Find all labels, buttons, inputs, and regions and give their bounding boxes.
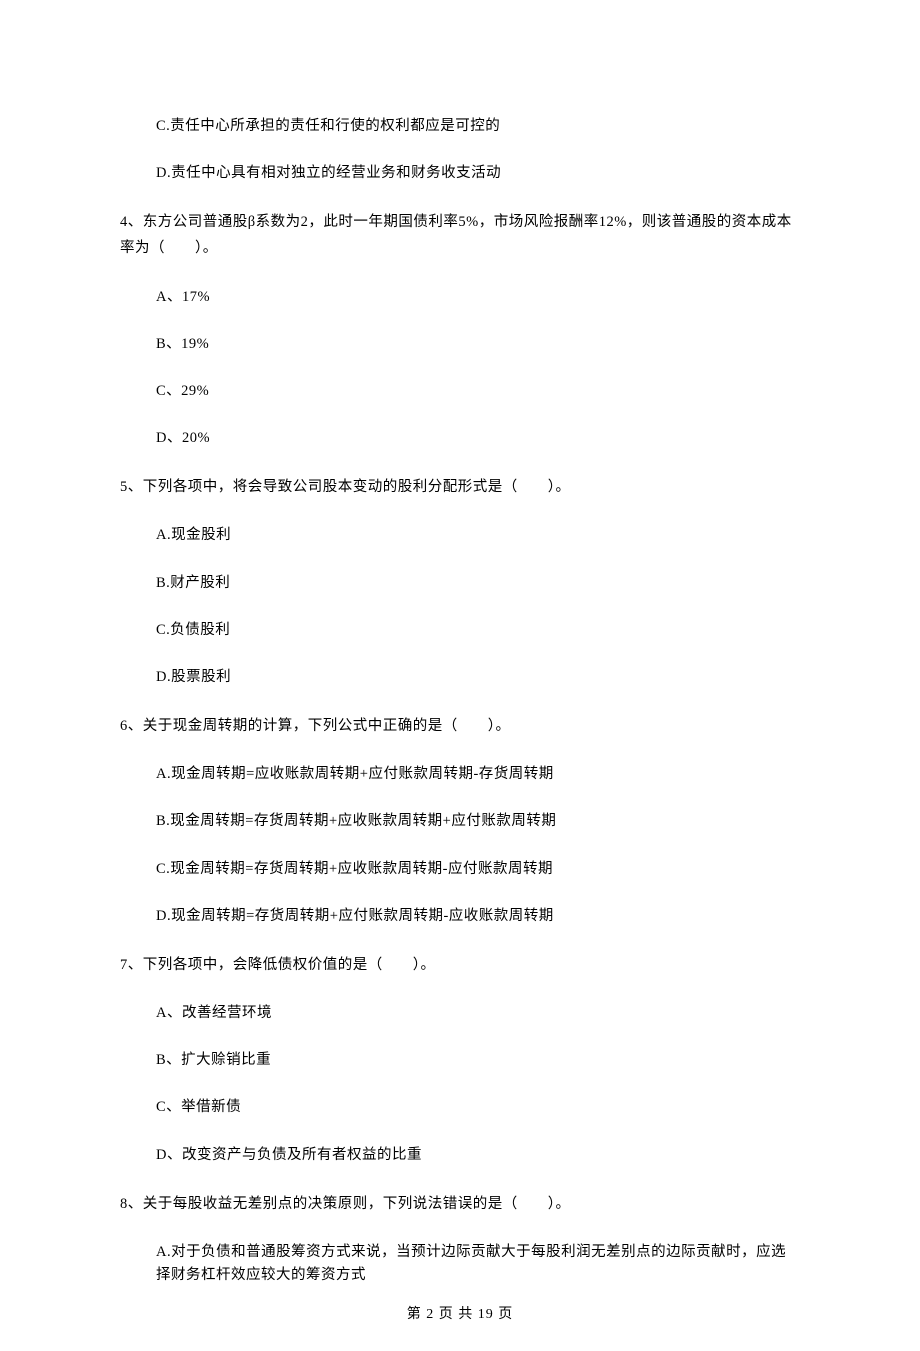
question-8-stem: 8、关于每股收益无差别点的决策原则，下列说法错误的是（ ）。 — [120, 1191, 800, 1217]
question-5-option-d: D.股票股利 — [120, 666, 800, 689]
question-5-option-c: C.负债股利 — [120, 619, 800, 642]
question-4-stem: 4、东方公司普通股β系数为2，此时一年期国债利率5%，市场风险报酬率12%，则该… — [120, 209, 800, 261]
document-page: C.责任中心所承担的责任和行使的权利都应是可控的 D.责任中心具有相对独立的经营… — [0, 0, 920, 1351]
question-7-option-a: A、改善经营环境 — [120, 1002, 800, 1025]
question-4-option-b: B、19% — [120, 333, 800, 356]
question-7-option-b: B、扩大赊销比重 — [120, 1049, 800, 1072]
question-6-option-d: D.现金周转期=存货周转期+应付账款周转期-应收账款周转期 — [120, 905, 800, 928]
question-8-option-a: A.对于负债和普通股筹资方式来说，当预计边际贡献大于每股利润无差别点的边际贡献时… — [120, 1241, 800, 1287]
question-6-option-c: C.现金周转期=存货周转期+应收账款周转期-应付账款周转期 — [120, 858, 800, 881]
question-5-option-a: A.现金股利 — [120, 524, 800, 547]
question-4-option-d: D、20% — [120, 427, 800, 450]
page-footer: 第 2 页 共 19 页 — [0, 1303, 920, 1323]
question-5-stem: 5、下列各项中，将会导致公司股本变动的股利分配形式是（ ）。 — [120, 474, 800, 500]
question-7-stem: 7、下列各项中，会降低债权价值的是（ ）。 — [120, 952, 800, 978]
question-7-option-d: D、改变资产与负债及所有者权益的比重 — [120, 1144, 800, 1167]
question-5-option-b: B.财产股利 — [120, 572, 800, 595]
question-4-option-a: A、17% — [120, 286, 800, 309]
question-6-option-b: B.现金周转期=存货周转期+应收账款周转期+应付账款周转期 — [120, 810, 800, 833]
question-6-option-a: A.现金周转期=应收账款周转期+应付账款周转期-存货周转期 — [120, 763, 800, 786]
question-7-option-c: C、举借新债 — [120, 1096, 800, 1119]
prev-question-option-c: C.责任中心所承担的责任和行使的权利都应是可控的 — [120, 115, 800, 138]
question-4-option-c: C、29% — [120, 380, 800, 403]
prev-question-option-d: D.责任中心具有相对独立的经营业务和财务收支活动 — [120, 162, 800, 185]
question-6-stem: 6、关于现金周转期的计算，下列公式中正确的是（ ）。 — [120, 713, 800, 739]
